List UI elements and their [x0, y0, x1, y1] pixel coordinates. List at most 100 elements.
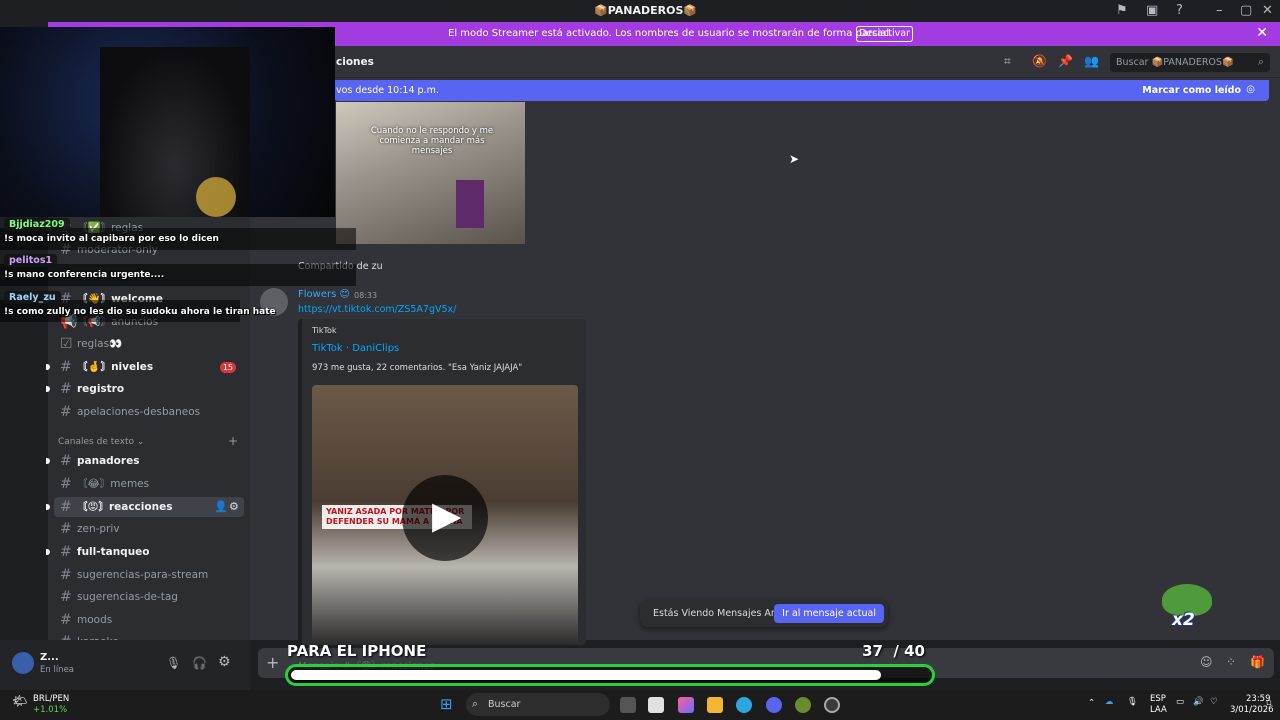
hash-icon: # [60, 381, 72, 397]
invite-icon[interactable]: 👤 [214, 497, 228, 517]
search-icon: ⌕ [472, 697, 479, 710]
channel-item[interactable]: # registro [46, 379, 244, 399]
stream-chat-user: pelitos1 [4, 254, 58, 267]
mute-icon[interactable]: 🔕 [1032, 54, 1047, 68]
store-icon[interactable] [648, 697, 664, 713]
search-input[interactable]: Buscar 📦PANADEROS📦 ⌕ [1110, 53, 1270, 72]
stream-chat-user: Bjjdiaz209 [4, 218, 70, 231]
hash-icon: # [60, 521, 72, 537]
battery-icon[interactable]: ♡ [1210, 697, 1218, 707]
window-title: 📦PANADEROS📦 [594, 4, 698, 17]
volume-icon[interactable]: 🔊 [1193, 697, 1204, 707]
start-icon[interactable]: ⊞ [440, 695, 453, 713]
user-status: En línea [40, 665, 75, 675]
disable-streamer-button[interactable]: Desactivar [856, 26, 913, 42]
minimize-icon[interactable]: – [1216, 3, 1223, 18]
maximize-icon[interactable]: ▢ [1240, 3, 1252, 18]
windows-taskbar: 🌤 BRL/PEN +1.01% ⊞ ⌕ Buscar ⌃ ☁ 🎙 ESP LA… [0, 690, 1280, 720]
stream-chat-message: !s como zully no les dio su sudoku ahora… [4, 307, 276, 317]
notification-icon[interactable]: ▫ [1266, 698, 1272, 708]
edge-icon[interactable] [736, 697, 752, 713]
help-icon[interactable]: ? [1176, 3, 1183, 18]
microphone-icon[interactable]: 🎙 [166, 656, 181, 670]
taskbar-search[interactable]: ⌕ Buscar [466, 693, 610, 716]
layout-indicator[interactable]: LAA [1150, 705, 1167, 715]
obs-icon[interactable] [824, 697, 840, 713]
members-icon[interactable]: 👥 [1084, 54, 1099, 68]
hash-icon: # [60, 589, 72, 605]
chevron-up-icon[interactable]: ⌃ [1088, 698, 1095, 708]
channel-item[interactable]: # sugerencias-de-tag [54, 587, 244, 607]
channel-item[interactable]: # 〘😂〙memes [54, 474, 244, 494]
new-messages-text: vos desde 10:14 p.m. [336, 85, 439, 96]
new-messages-bar[interactable]: vos desde 10:14 p.m. Marcar como leído ◎ [334, 80, 1269, 101]
channel-item[interactable]: # 〘🤞〙niveles 15 [46, 357, 244, 377]
channel-item[interactable]: # sugerencias-para-stream [54, 565, 244, 585]
hash-icon: # [60, 404, 72, 420]
link-embed: TikTok TikTok · DaniClips 973 me gusta, … [298, 319, 586, 645]
monitor-icon[interactable]: ▣ [1146, 3, 1158, 18]
apps-icon[interactable]: ⁘ [1226, 655, 1236, 669]
webcam-overlay [0, 27, 335, 217]
hash-icon: # [60, 544, 72, 560]
pin-icon[interactable]: 📌 [1058, 54, 1073, 68]
user-panel: Z... En línea 🎙 🎧 ⚙ [0, 640, 250, 690]
network-icon[interactable]: ▭ [1176, 697, 1184, 707]
channel-item[interactable]: #karaoke [54, 632, 244, 640]
goal-current: 37 [862, 642, 883, 660]
cap-object [196, 177, 236, 217]
stock-change: +1.01% [33, 705, 68, 715]
copilot-icon[interactable] [678, 697, 694, 713]
message-link[interactable]: https://vt.tiktok.com/ZS5A7gV5x/ [298, 304, 456, 315]
video-attachment[interactable]: Cuando no le respondo y me comienza a ma… [336, 102, 525, 244]
channel-item[interactable]: # zen-priv [54, 519, 244, 539]
mark-read-button[interactable]: Marcar como leído [1142, 85, 1241, 96]
headphones-icon[interactable]: 🎧 [192, 656, 207, 670]
hash-icon: # [60, 359, 72, 375]
message-author[interactable]: Flowers 😊 [298, 289, 350, 300]
avatar[interactable] [12, 652, 34, 674]
embed-video[interactable]: YANIZ ASADA POR MATNA POR DEFENDER SU MA… [312, 385, 578, 645]
task-view-icon[interactable] [620, 697, 636, 713]
channel-item[interactable]: # moods [54, 610, 244, 630]
close-icon[interactable]: ✕ [1262, 3, 1273, 18]
hash-icon: # [60, 632, 72, 640]
video-object [456, 180, 484, 228]
threads-icon[interactable]: ⌗ [1004, 54, 1011, 69]
mouse-cursor-icon: ➤ [789, 152, 800, 166]
discord-icon[interactable] [766, 697, 782, 713]
embed-title[interactable]: TikTok · DaniClips [312, 343, 399, 354]
jump-to-present-button[interactable]: Ir al mensaje actual [774, 604, 884, 623]
hash-icon: # [60, 476, 72, 492]
username: Z... [40, 652, 59, 663]
emote-multiplier: x2 [1172, 610, 1195, 630]
hash-icon: # [60, 612, 72, 628]
gift-icon[interactable]: 🎁 [1250, 655, 1265, 669]
inbox-icon[interactable]: ⚑ [1116, 3, 1128, 18]
channel-item-active[interactable]: # 〘😡〙reacciones 👤 ⚙ [46, 497, 244, 517]
stream-chat-message: !s mano conferencia urgente.... [4, 270, 165, 280]
gear-icon[interactable]: ⚙ [229, 497, 239, 517]
goal-title: PARA EL IPHONE [287, 642, 427, 660]
settings-icon[interactable]: ⚙ [218, 654, 231, 670]
microphone-icon[interactable]: 🎙 [1127, 697, 1138, 707]
channel-title: ciones [336, 56, 374, 68]
channel-item[interactable]: # full-tanqueo [46, 542, 244, 562]
goal-progress-bar [285, 664, 935, 686]
message-time: 08:33 [354, 291, 378, 300]
close-banner-icon[interactable]: ✕ [1256, 25, 1268, 41]
goal-progress-fill [291, 670, 881, 680]
channel-item[interactable]: # apelaciones-desbaneos [54, 402, 244, 422]
language-indicator[interactable]: ESP [1150, 694, 1166, 704]
onedrive-icon[interactable]: ☁ [1105, 697, 1114, 707]
attach-icon[interactable]: + [266, 653, 279, 672]
emoji-icon[interactable]: ☺ [1200, 655, 1213, 669]
section-header[interactable]: Canales de texto ⌄ [58, 437, 144, 447]
channel-item[interactable]: ☑ reglas👀 [54, 334, 244, 354]
folder-icon[interactable] [707, 697, 723, 713]
play-icon: ▶ [432, 493, 462, 537]
weather-icon[interactable]: 🌤 [12, 694, 27, 708]
app-icon[interactable] [795, 697, 811, 713]
add-channel-icon[interactable]: + [228, 434, 238, 448]
channel-item[interactable]: # panadores [46, 451, 244, 471]
